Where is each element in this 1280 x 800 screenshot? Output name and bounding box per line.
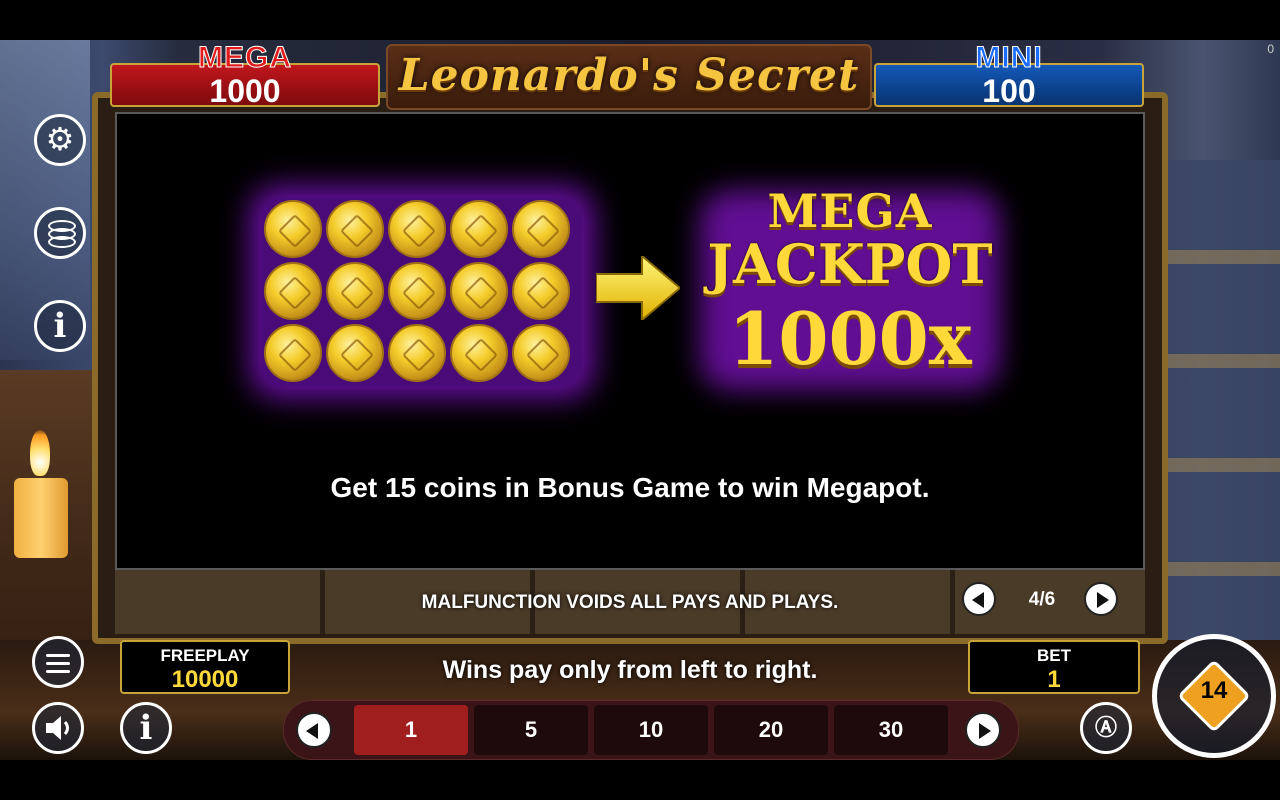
coin-grid (262, 198, 582, 386)
candle-flame (30, 430, 50, 476)
mini-jackpot-box: MINI 100 (874, 41, 1144, 109)
settings-button[interactable]: ⚙ (34, 114, 86, 166)
hamburger-menu-icon-line (46, 662, 70, 665)
game-logo: Leonardo's Secret (386, 44, 872, 110)
mega-jackpot-label: MEGA (198, 41, 292, 75)
corner-indicator: 0 (1267, 42, 1274, 56)
bet-decrease-button[interactable] (296, 712, 332, 748)
bet-increase-button[interactable] (965, 712, 1001, 748)
gold-coin-icon (326, 324, 384, 382)
gold-coin-icon (264, 200, 322, 258)
bet-value: 1 (1047, 666, 1061, 693)
info-button[interactable]: i (34, 300, 86, 352)
gold-coin-icon (264, 324, 322, 382)
bet-option[interactable]: 10 (594, 705, 708, 755)
bet-display: BET 1 (968, 640, 1140, 694)
paytable-button[interactable] (34, 207, 86, 259)
bet-option[interactable]: 1 (354, 705, 468, 755)
gold-coin-icon (388, 200, 446, 258)
game-title: Leonardo's Secret (398, 50, 860, 101)
jackpot-word: JACKPOT (707, 232, 993, 296)
gold-coin-icon (388, 324, 446, 382)
help-button[interactable]: i (120, 702, 172, 754)
gold-coin-icon (450, 200, 508, 258)
next-page-button[interactable] (1084, 582, 1118, 616)
arrow-right-icon (596, 256, 680, 320)
gold-coin-icon (388, 262, 446, 320)
gear-icon: ⚙ (45, 120, 75, 158)
gold-coin-icon (264, 262, 322, 320)
info-icon: i (139, 708, 153, 748)
freeplay-display: FREEPLAY 10000 (120, 640, 290, 694)
jackpot-multiplier: 1000x (728, 296, 972, 381)
mega-word: MEGA (767, 184, 933, 238)
wins-note: Wins pay only from left to right. (442, 656, 818, 684)
hamburger-menu-icon-line (46, 670, 70, 673)
mega-jackpot-graphic: MEGA JACKPOT 1000x (690, 186, 1010, 382)
bet-label: BET (1037, 646, 1071, 665)
spin-button-label: 14 (1200, 677, 1228, 704)
autoplay-icon: Ⓐ (1094, 715, 1117, 740)
coin-stack-icon-layer (48, 236, 76, 248)
gold-coin-icon (326, 262, 384, 320)
previous-page-button[interactable] (962, 582, 996, 616)
speaker-icon (46, 716, 69, 740)
gold-coin-icon (450, 262, 508, 320)
bet-option[interactable]: 30 (834, 705, 948, 755)
gold-coin-icon (326, 200, 384, 258)
freeplay-value: 10000 (171, 666, 239, 693)
mini-jackpot-label: MINI (975, 41, 1043, 75)
gold-coin-icon (512, 324, 570, 382)
hamburger-menu-icon (46, 654, 70, 657)
gold-coin-icon (450, 324, 508, 382)
gold-coin-icon (512, 262, 570, 320)
menu-button[interactable] (32, 636, 84, 688)
mega-jackpot-box: MEGA 1000 (110, 41, 380, 109)
spin-button[interactable]: 14 (1152, 634, 1276, 758)
candle (14, 478, 68, 558)
malfunction-disclaimer: MALFUNCTION VOIDS ALL PAYS AND PLAYS. (421, 592, 839, 613)
info-pager: 4/6 (962, 582, 1122, 618)
freeplay-label: FREEPLAY (160, 646, 250, 665)
page-indicator: 4/6 (1028, 589, 1056, 610)
info-icon: i (53, 306, 67, 346)
mini-jackpot-value: 100 (982, 73, 1036, 109)
autoplay-button[interactable]: Ⓐ (1080, 702, 1132, 754)
bet-option[interactable]: 5 (474, 705, 588, 755)
sound-button[interactable] (32, 702, 84, 754)
bet-selector: 1 5 10 20 30 (283, 700, 1019, 760)
bet-option[interactable]: 20 (714, 705, 828, 755)
mega-jackpot-value: 1000 (209, 73, 281, 109)
info-description: Get 15 coins in Bonus Game to win Megapo… (330, 472, 930, 503)
gold-coin-icon (512, 200, 570, 258)
